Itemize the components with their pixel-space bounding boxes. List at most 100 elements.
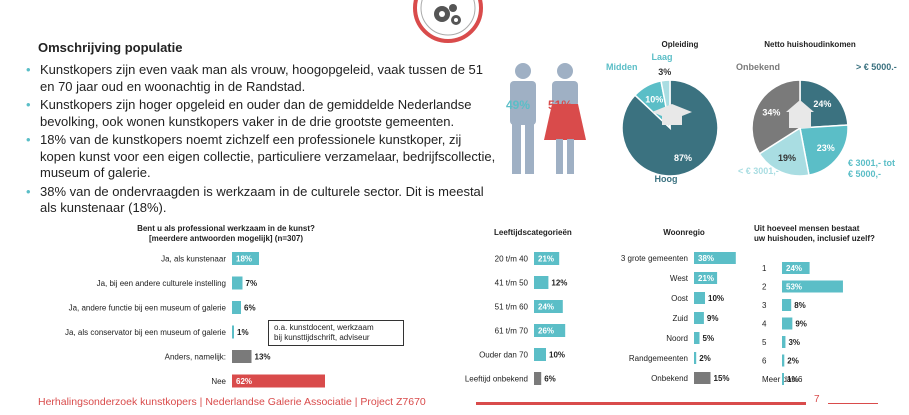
pie-value-label: 34%: [762, 107, 780, 117]
pie-category-label: Midden: [606, 62, 638, 72]
pie-value-label: 3%: [658, 67, 671, 77]
bar: [232, 325, 234, 339]
bar: [232, 276, 243, 290]
chart-title: Woonregio: [663, 228, 705, 237]
pie-category-label: Hoog: [655, 174, 678, 184]
chart-title: Bent u als professional werkzaam in de k…: [137, 224, 315, 233]
pie-value-label: 19%: [778, 153, 796, 163]
bar: [782, 354, 785, 367]
pie-category-label: > € 5000.-: [856, 62, 897, 72]
bar-value-label: 21%: [698, 274, 714, 283]
bar: [782, 299, 792, 311]
bar-value-label: 6%: [244, 304, 256, 313]
gender-graphic: 49% 51%: [502, 62, 588, 180]
bar-category-label: 4: [762, 320, 767, 329]
chart-title: Opleiding: [661, 40, 699, 49]
bar-category-label: West: [670, 274, 689, 283]
bar-category-label: Noord: [666, 334, 688, 343]
bar: [782, 336, 786, 348]
bar-category-label: Onbekend: [651, 374, 688, 383]
bar-value-label: 18%: [236, 255, 252, 264]
bar-category-label: 61 t/m 70: [495, 327, 529, 336]
bar-category-label: Ja, andere functie bij een museum of gal…: [69, 304, 227, 313]
bar-category-label: Randgemeenten: [629, 354, 688, 363]
female-percentage: 51%: [548, 98, 573, 112]
pie-category-label: € 3001,- tot € 5000,-: [848, 158, 895, 179]
bar-category-label: Zuid: [672, 314, 688, 323]
bar-chart-leeftijd: 20 t/m 40 21% 41 t/m 50 12% 51 t/m 60 24% 61 t…: [465, 252, 567, 385]
bar-value-label: 12%: [551, 279, 567, 288]
bar: [232, 350, 252, 363]
bar-category-label: 3: [762, 301, 767, 310]
pie-value-label: 87%: [674, 153, 692, 163]
bar-category-label: 6: [762, 357, 767, 366]
bar: [694, 372, 711, 384]
pie-value-label: 23%: [817, 143, 835, 153]
pie-category-label: < € 3001,-: [738, 166, 779, 176]
bar-category-label: 51 t/m 60: [495, 303, 529, 312]
bar-value-label: 38%: [698, 254, 714, 263]
bar-value-label: 26%: [538, 327, 554, 336]
page-title: Omschrijving populatie: [38, 40, 183, 55]
female-figure-icon: [544, 63, 586, 174]
bar-value-label: 1%: [787, 375, 799, 384]
footer-text: Herhalingsonderzoek kunstkopers | Nederl…: [38, 396, 426, 408]
bar-value-label: 13%: [255, 353, 271, 362]
bar-value-label: 1%: [237, 328, 249, 337]
chart-subtitle: [meerdere antwoorden mogelijk] (n=307): [148, 234, 304, 243]
bar-category-label: Ja, bij een andere culturele instelling: [97, 279, 226, 288]
chart-title: Netto huishoudinkomen: [764, 40, 856, 49]
bar-value-label: 15%: [714, 374, 730, 383]
bar-value-label: 9%: [707, 314, 719, 323]
bar-category-label: Ja, als kunstenaar: [161, 255, 226, 264]
bar-category-label: 1: [762, 264, 767, 273]
bar-category-label: Oost: [671, 294, 689, 303]
bullet-list: Kunstkopers zijn even vaak man als vrouw…: [26, 62, 496, 219]
male-percentage: 49%: [506, 98, 531, 112]
callout-line: bij kunsttijdschrift, adviseur: [274, 333, 370, 342]
bullet-item: Kunstkopers zijn even vaak man als vrouw…: [26, 62, 496, 95]
chart-title: Leeftijdscategorieën: [494, 228, 572, 237]
bar-category-label: 41 t/m 50: [495, 279, 529, 288]
bar-value-label: 2%: [699, 354, 711, 363]
bar: [232, 301, 241, 314]
pie-category-label: Laag: [651, 52, 672, 62]
bar-chart-huishouden: 1 24%2 53%3 8%4 9%5 3%6 2%Meer dan 61%: [762, 262, 843, 385]
footer-line: [476, 402, 806, 405]
bar-value-label: 3%: [788, 338, 800, 347]
bar: [534, 372, 542, 385]
bar-category-label: Ja, als conservator bij een museum of ga…: [65, 328, 227, 337]
bar-value-label: 21%: [538, 255, 554, 264]
house-icon-body: [789, 112, 811, 128]
bar-value-label: 53%: [786, 283, 802, 292]
bar-category-label: Anders, namelijk:: [165, 353, 226, 362]
bar: [694, 352, 697, 364]
callout-line: o.a. kunstdocent, werkzaam: [274, 323, 374, 332]
pie-value-label: 10%: [645, 94, 663, 104]
bar-category-label: 3 grote gemeenten: [621, 254, 688, 263]
bar-value-label: 24%: [538, 303, 554, 312]
bar: [534, 276, 549, 289]
bar-category-label: Ouder dan 70: [479, 351, 528, 360]
bar-category-label: Nee: [211, 377, 226, 386]
bar: [534, 348, 546, 361]
page-number: 7: [814, 394, 820, 405]
bar: [694, 312, 704, 324]
bar-category-label: 2: [762, 283, 767, 292]
bullet-item: Kunstkopers zijn hoger opgeleid en ouder…: [26, 97, 496, 130]
pie-chart-inkomen: 24% 23% 19% 34% > € 5000.- € 3001,- tot € 5000…: [736, 62, 897, 179]
pie-value-label: 24%: [813, 99, 831, 109]
bar-value-label: 10%: [549, 351, 565, 360]
bar-value-label: 9%: [795, 320, 807, 329]
gears-icon: [413, 0, 483, 43]
chart-title: Uit hoeveel mensen bestaat: [754, 224, 860, 233]
footer-line-thin: [828, 403, 878, 404]
bullet-item: 18% van de kunstkopers noemt zichzelf ee…: [26, 132, 496, 182]
chart-subtitle: uw huishouden, inclusief uzelf?: [754, 234, 875, 243]
bar: [694, 292, 705, 304]
bar-value-label: 8%: [794, 301, 806, 310]
graduation-cap-base: [662, 115, 682, 125]
bar-value-label: 5%: [703, 334, 715, 343]
bar-value-label: 6%: [544, 375, 556, 384]
pie-category-label: Onbekend: [736, 62, 780, 72]
